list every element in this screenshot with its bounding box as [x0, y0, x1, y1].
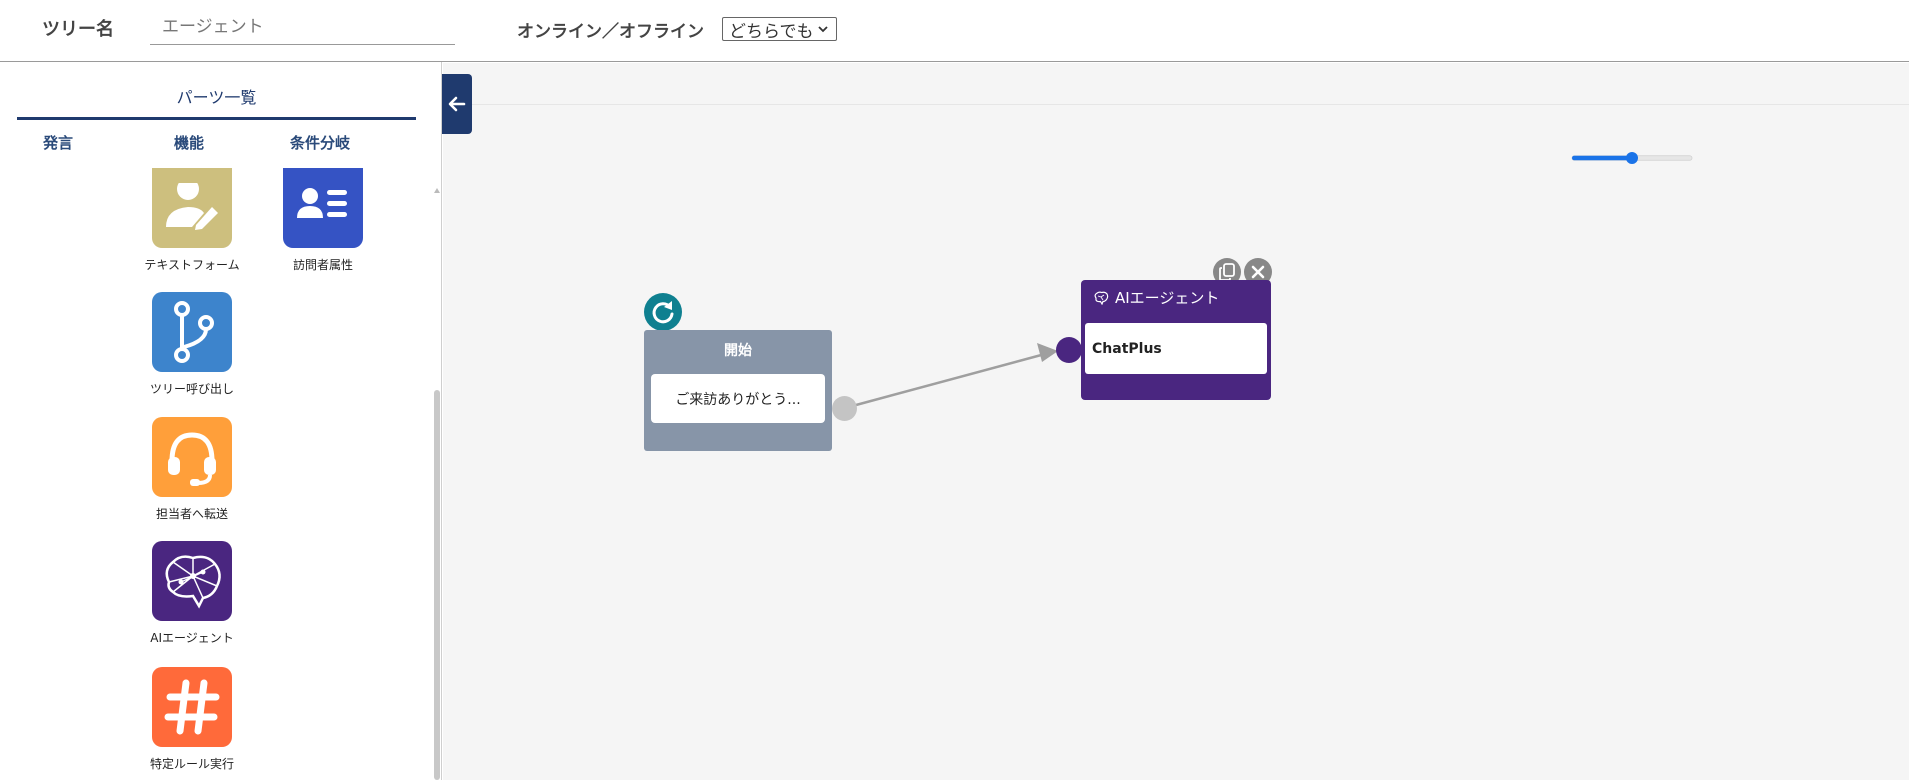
start-node-output-port[interactable] — [832, 396, 857, 421]
ai-agent-node-input-port[interactable] — [1056, 337, 1082, 363]
connector-line — [855, 352, 1046, 407]
start-node-message[interactable]: ご来訪ありがとう... — [651, 374, 825, 423]
ai-agent-node-header: AIエージェント — [1093, 287, 1219, 308]
start-node[interactable]: 開始 ご来訪ありがとう... — [644, 330, 832, 451]
ai-agent-node-body[interactable]: ChatPlus — [1085, 323, 1267, 374]
reload-icon[interactable] — [644, 293, 682, 331]
close-icon — [1251, 265, 1265, 279]
connector-arrowhead — [1037, 343, 1058, 362]
start-node-title: 開始 — [724, 343, 752, 359]
ai-agent-node-title: AIエージェント — [1115, 289, 1220, 307]
copy-icon — [1219, 263, 1235, 281]
ai-agent-node[interactable]: AIエージェント ChatPlus — [1081, 280, 1271, 400]
connector-layer — [855, 343, 1058, 407]
ai-brain-icon — [1094, 291, 1109, 305]
